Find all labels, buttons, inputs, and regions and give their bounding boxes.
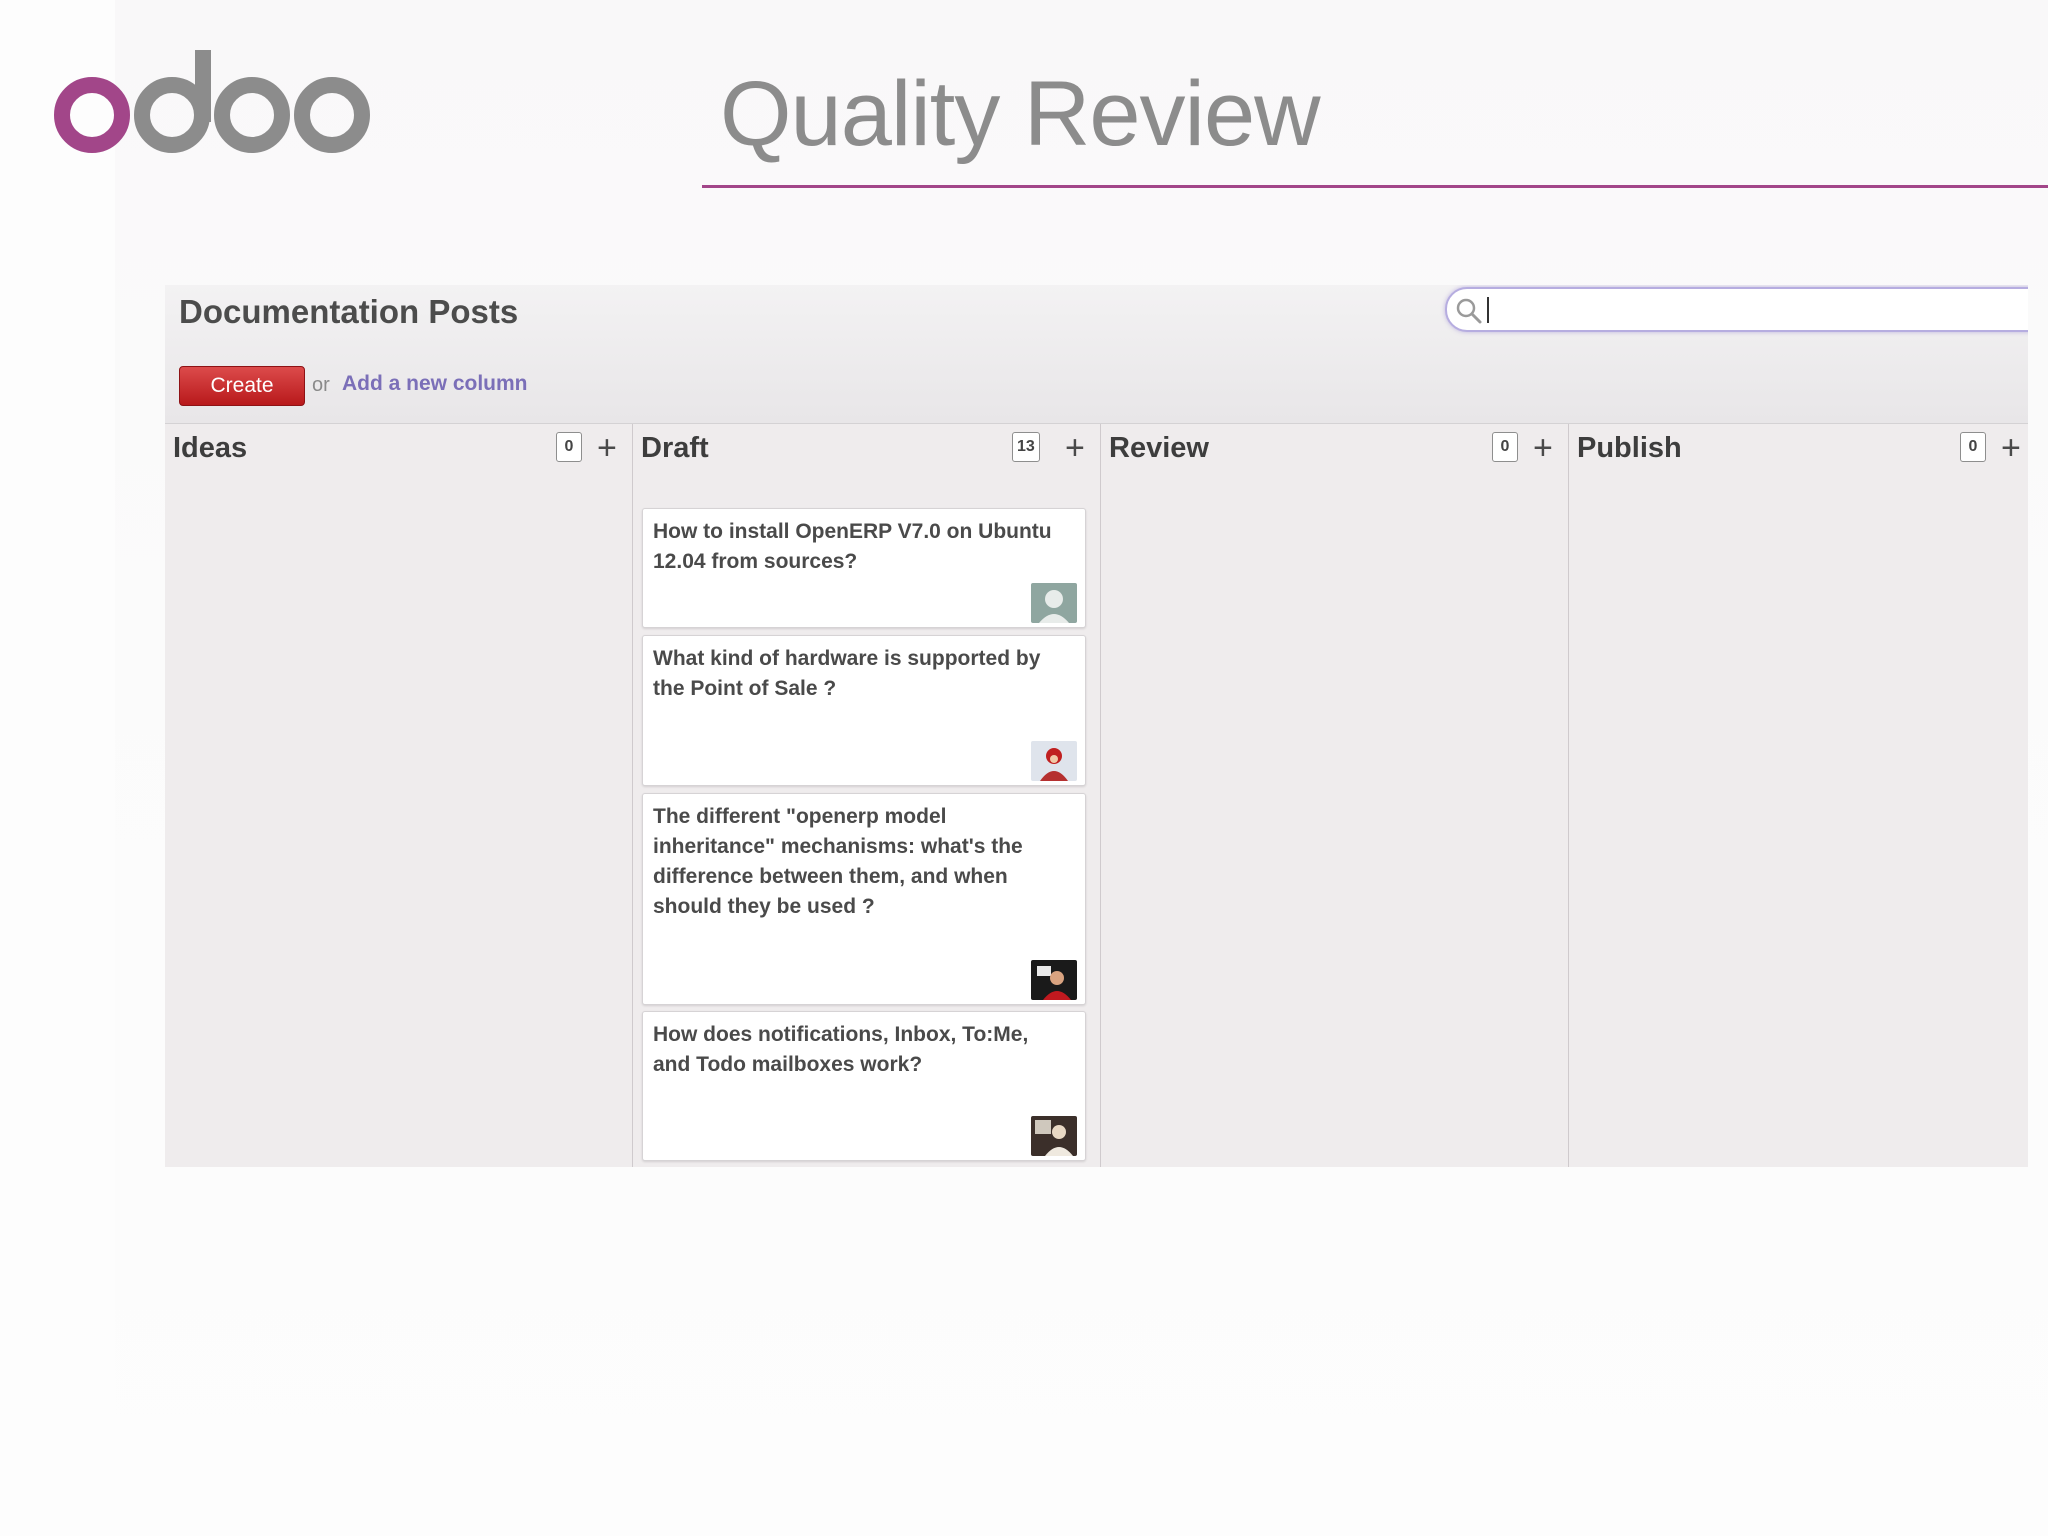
kanban-card[interactable]: The different "openerp model inheritance… [642,793,1086,1005]
user-avatar-dark-icon [1031,960,1077,1000]
or-label: or [312,374,330,396]
kanban-screenshot: Documentation Posts Create or Add a new … [165,285,2028,1167]
user-avatar-photo-icon [1031,1116,1077,1156]
kanban-card[interactable]: How does notifications, Inbox, To:Me, an… [642,1011,1086,1161]
text-cursor [1487,297,1489,323]
add-card-button[interactable]: + [1065,428,1085,468]
column-count-badge: 0 [556,432,582,462]
add-card-button[interactable]: + [1533,428,1553,468]
column-count-badge: 0 [1492,432,1518,462]
add-column-link[interactable]: Add a new column [342,372,528,396]
column-ideas: Ideas 0 + [165,424,634,1167]
odoo-logo [54,50,370,153]
column-draft: Draft 13 + How to install OpenERP V7.0 o… [633,424,1102,1167]
add-card-button[interactable]: + [597,428,617,468]
default-user-avatar-icon [1031,583,1077,623]
column-title: Ideas [173,432,248,464]
card-title: The different "openerp model inheritance… [653,805,1023,918]
column-title: Draft [641,432,709,464]
slide-title: Quality Review [720,63,1321,165]
create-button[interactable]: Create [179,366,305,406]
column-publish: Publish 0 + [1569,424,2028,1167]
column-review: Review 0 + [1101,424,1570,1167]
search-icon [1456,298,1482,324]
column-title: Review [1109,432,1209,464]
column-count-badge: 0 [1960,432,1986,462]
view-title: Documentation Posts [179,293,519,330]
kanban-header: Documentation Posts Create or Add a new … [165,285,2028,424]
column-title: Publish [1577,432,1682,464]
card-title: How to install OpenERP V7.0 on Ubuntu 12… [653,520,1052,573]
title-underline [702,185,2048,188]
search-input[interactable] [1445,287,2028,332]
card-title: What kind of hardware is supported by th… [653,647,1041,700]
kanban-columns: Ideas 0 + Draft 13 + How to install Open… [165,424,2028,1167]
add-card-button[interactable]: + [2001,428,2021,468]
kanban-card[interactable]: What kind of hardware is supported by th… [642,635,1086,786]
card-title: How does notifications, Inbox, To:Me, an… [653,1023,1029,1076]
user-avatar-red-icon [1031,741,1077,781]
column-count-badge: 13 [1012,432,1040,462]
kanban-card[interactable]: How to install OpenERP V7.0 on Ubuntu 12… [642,508,1086,628]
